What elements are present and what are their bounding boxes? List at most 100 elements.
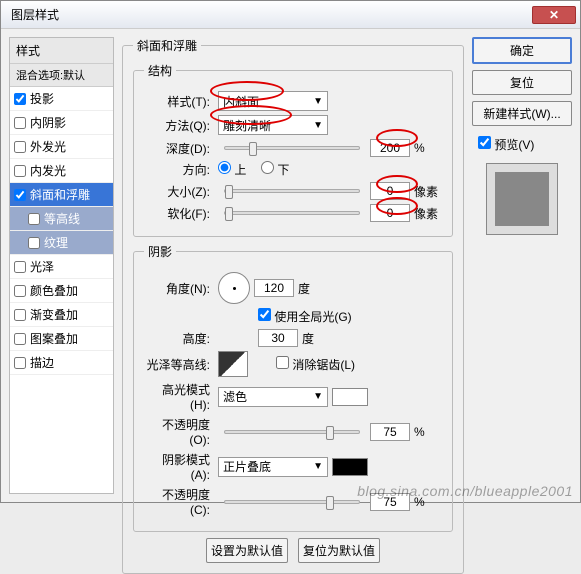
checkbox-drop-shadow[interactable] [14, 93, 26, 105]
checkbox[interactable] [14, 141, 26, 153]
label: 图案叠加 [30, 330, 78, 347]
bevel-emboss-panel: 斜面和浮雕 结构 样式(T): 内斜面▼ 方法(Q): 雕刻清晰▼ 深度(D) [122, 37, 464, 494]
watermark-text: blog.sina.com.cn/blueapple2001 [357, 483, 573, 499]
sidebar-item-outer-glow[interactable]: 外发光 [10, 135, 113, 159]
checkbox[interactable] [14, 165, 26, 177]
label: 光泽 [30, 258, 54, 275]
slider-thumb[interactable] [225, 185, 233, 199]
depth-label: 深度(D): [144, 140, 214, 157]
depth-slider[interactable] [224, 146, 360, 150]
radio-down[interactable] [261, 161, 274, 174]
sidebar-item-gradient-overlay[interactable]: 渐变叠加 [10, 303, 113, 327]
slider-thumb[interactable] [249, 142, 257, 156]
shadow-opacity-label: 不透明度(C): [144, 486, 214, 517]
checkbox[interactable] [258, 308, 271, 321]
styles-sidebar: 样式 混合选项:默认 投影 内阴影 外发光 内发光 斜面和浮雕 等高线 纹理 光… [9, 37, 114, 494]
structure-legend: 结构 [144, 62, 176, 79]
sidebar-item-contour[interactable]: 等高线 [10, 207, 113, 231]
method-value: 雕刻清晰 [223, 117, 271, 134]
gloss-contour-swatch[interactable] [218, 351, 248, 377]
style-label: 样式(T): [144, 93, 214, 110]
highlight-opacity-value[interactable]: 75 [370, 423, 410, 441]
sidebar-item-satin[interactable]: 光泽 [10, 255, 113, 279]
label: 投影 [30, 90, 54, 107]
chevron-down-icon: ▼ [313, 461, 323, 472]
label: 纹理 [44, 234, 68, 251]
sidebar-item-pattern-overlay[interactable]: 图案叠加 [10, 327, 113, 351]
direction-down[interactable]: 下 [261, 161, 289, 178]
close-button[interactable]: ✕ [532, 6, 576, 24]
depth-value[interactable]: 200 [370, 139, 410, 157]
titlebar: 图层样式 ✕ [1, 1, 580, 29]
gloss-contour-label: 光泽等高线: [144, 356, 214, 373]
angle-dial[interactable] [218, 272, 250, 304]
ok-button[interactable]: 确定 [472, 37, 572, 64]
style-select[interactable]: 内斜面▼ [218, 91, 328, 111]
make-default-button[interactable]: 设置为默认值 [206, 538, 288, 563]
checkbox[interactable] [28, 237, 40, 249]
preview-swatch [486, 163, 558, 235]
highlight-opacity-slider[interactable] [224, 430, 360, 434]
highlight-opacity-label: 不透明度(O): [144, 416, 214, 447]
checkbox[interactable] [14, 285, 26, 297]
dir-up-label: 上 [234, 163, 246, 177]
direction-up[interactable]: 上 [218, 161, 246, 178]
soften-value[interactable]: 0 [370, 204, 410, 222]
sidebar-item-inner-glow[interactable]: 内发光 [10, 159, 113, 183]
sidebar-item-color-overlay[interactable]: 颜色叠加 [10, 279, 113, 303]
label: 颜色叠加 [30, 282, 78, 299]
checkbox[interactable] [14, 357, 26, 369]
altitude-unit: 度 [302, 330, 330, 347]
size-slider[interactable] [224, 189, 360, 193]
method-select[interactable]: 雕刻清晰 ▼ [218, 115, 328, 135]
sidebar-header: 样式 [10, 38, 113, 64]
chevron-down-icon: ▼ [313, 120, 323, 131]
direction-label: 方向: [144, 161, 214, 178]
blending-options[interactable]: 混合选项:默认 [10, 64, 113, 87]
sidebar-item-texture[interactable]: 纹理 [10, 231, 113, 255]
layer-style-dialog: 图层样式 ✕ 样式 混合选项:默认 投影 内阴影 外发光 内发光 斜面和浮雕 等… [0, 0, 581, 503]
structure-group: 结构 样式(T): 内斜面▼ 方法(Q): 雕刻清晰▼ 深度(D): [133, 62, 453, 237]
size-label: 大小(Z): [144, 183, 214, 200]
checkbox[interactable] [14, 309, 26, 321]
chevron-down-icon: ▼ [313, 96, 323, 107]
checkbox[interactable] [14, 189, 26, 201]
soften-label: 软化(F): [144, 205, 214, 222]
sidebar-item-bevel-emboss[interactable]: 斜面和浮雕 [10, 183, 113, 207]
checkbox[interactable] [14, 261, 26, 273]
right-panel: 确定 复位 新建样式(W)... 预览(V) [472, 37, 572, 494]
label: 渐变叠加 [30, 306, 78, 323]
shadow-color-swatch[interactable] [332, 458, 368, 476]
global-light-label: 使用全局光(G) [274, 310, 351, 324]
preview-checkbox[interactable]: 预览(V) [472, 136, 572, 153]
checkbox[interactable] [28, 213, 40, 225]
radio-up[interactable] [218, 161, 231, 174]
new-style-button[interactable]: 新建样式(W)... [472, 101, 572, 126]
label: 等高线 [44, 210, 80, 227]
highlight-mode-select[interactable]: 滤色▼ [218, 387, 328, 407]
highlight-color-swatch[interactable] [332, 388, 368, 406]
sidebar-item-drop-shadow[interactable]: 投影 [10, 87, 113, 111]
reset-default-button[interactable]: 复位为默认值 [298, 538, 380, 563]
soften-unit: 像素 [414, 205, 442, 222]
angle-unit: 度 [298, 280, 326, 297]
slider-thumb[interactable] [326, 426, 334, 440]
slider-thumb[interactable] [225, 207, 233, 221]
antialias-checkbox[interactable]: 消除锯齿(L) [276, 356, 355, 373]
global-light-checkbox[interactable]: 使用全局光(G) [258, 308, 352, 325]
shadow-mode-select[interactable]: 正片叠底▼ [218, 457, 328, 477]
size-value[interactable]: 0 [370, 182, 410, 200]
checkbox[interactable] [14, 117, 26, 129]
checkbox[interactable] [478, 136, 491, 149]
label: 斜面和浮雕 [30, 186, 90, 203]
altitude-value[interactable]: 30 [258, 329, 298, 347]
sidebar-item-inner-shadow[interactable]: 内阴影 [10, 111, 113, 135]
hopacity-unit: % [414, 425, 442, 439]
sidebar-item-stroke[interactable]: 描边 [10, 351, 113, 375]
angle-value[interactable]: 120 [254, 279, 294, 297]
soften-slider[interactable] [224, 211, 360, 215]
dial-dot-icon [233, 287, 236, 290]
cancel-button[interactable]: 复位 [472, 70, 572, 95]
checkbox[interactable] [14, 333, 26, 345]
checkbox[interactable] [276, 356, 289, 369]
